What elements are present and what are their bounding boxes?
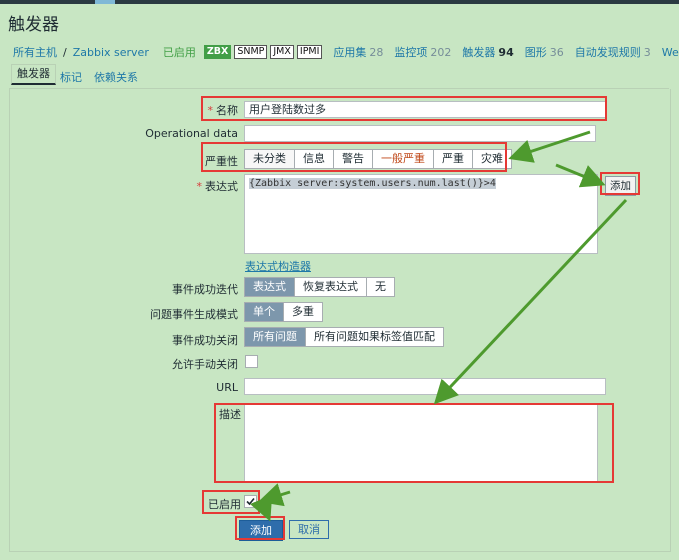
expression-constructor-link[interactable]: 表达式构造器 — [245, 258, 311, 274]
tab-tags[interactable]: 标记 — [60, 69, 82, 85]
enabled-checkbox[interactable] — [244, 495, 257, 508]
expression-add-button[interactable]: 添加 — [605, 176, 636, 196]
problem-mode-selector: 单个 多重 — [244, 302, 323, 322]
host-link[interactable]: Zabbix server — [73, 46, 149, 59]
ok-event-generation-label: 事件成功迭代 — [172, 283, 238, 296]
expression-label: * 表达式 — [196, 180, 239, 193]
operational-data-label: Operational data — [145, 127, 238, 140]
active-menu-indicator — [95, 0, 115, 4]
required-marker: * — [196, 180, 203, 193]
nav-items[interactable]: 监控项 202 — [394, 44, 451, 60]
checkmark-icon — [246, 497, 255, 506]
snmp-availability-badge: SNMP — [234, 45, 268, 59]
ok-event-none[interactable]: 无 — [366, 278, 394, 296]
severity-disaster[interactable]: 灾难 — [472, 150, 511, 168]
problem-mode-label: 问题事件生成模式 — [150, 308, 238, 321]
tab-dependencies[interactable]: 依赖关系 — [94, 69, 138, 85]
zbx-availability-badge: ZBX — [203, 45, 232, 59]
all-hosts-link[interactable]: 所有主机 — [13, 44, 57, 60]
ok-event-closes-selector: 所有问题 所有问题如果标签值匹配 — [244, 327, 444, 347]
nav-applications[interactable]: 应用集 28 — [333, 44, 383, 60]
host-navigation: 所有主机 / Zabbix server 已启用 ZBX SNMP JMX IPMI … — [13, 44, 679, 60]
problem-mode-single[interactable]: 单个 — [245, 303, 283, 321]
host-status[interactable]: 已启用 — [163, 44, 196, 60]
problem-mode-multiple[interactable]: 多重 — [283, 303, 322, 321]
ok-close-all-problems[interactable]: 所有问题 — [245, 328, 305, 346]
ok-event-generation-selector: 表达式 恢复表达式 无 — [244, 277, 395, 297]
ok-event-recovery-expression[interactable]: 恢复表达式 — [294, 278, 366, 296]
ok-event-closes-label: 事件成功关闭 — [172, 334, 238, 347]
ok-event-expression[interactable]: 表达式 — [245, 278, 294, 296]
ipmi-availability-badge: IPMI — [296, 45, 323, 59]
severity-average[interactable]: 一般严重 — [372, 150, 433, 168]
severity-information[interactable]: 信息 — [294, 150, 333, 168]
nav-graphs[interactable]: 图形 36 — [525, 44, 564, 60]
manual-close-label: 允许手动关闭 — [172, 358, 238, 371]
expression-textarea[interactable]: {Zabbix server:system.users.num.last()}>… — [244, 174, 598, 254]
nav-triggers[interactable]: 触发器 94 — [462, 44, 513, 60]
description-label: 描述 — [219, 408, 241, 421]
name-input[interactable]: 用户登陆数过多 — [244, 101, 606, 118]
manual-close-checkbox[interactable] — [245, 355, 258, 368]
description-textarea[interactable] — [244, 404, 598, 482]
cancel-button[interactable]: 取消 — [289, 520, 329, 539]
expression-text: {Zabbix server:system.users.num.last()}>… — [249, 178, 496, 189]
form-tabs: 触发器 标记 依赖关系 — [9, 64, 669, 89]
page-title: 触发器 — [8, 15, 59, 35]
operational-data-input[interactable] — [244, 125, 596, 142]
tab-trigger[interactable]: 触发器 — [11, 64, 56, 85]
jmx-availability-badge: JMX — [270, 45, 294, 59]
nav-discovery-rules[interactable]: 自动发现规则 3 — [575, 44, 651, 60]
severity-label: 严重性 — [205, 155, 238, 168]
submit-add-button[interactable]: 添加 — [239, 520, 283, 541]
severity-high[interactable]: 严重 — [433, 150, 472, 168]
url-label: URL — [216, 381, 238, 394]
required-marker: * — [207, 104, 214, 117]
severity-not-classified[interactable]: 未分类 — [245, 150, 294, 168]
breadcrumb-separator: / — [63, 45, 67, 59]
url-input[interactable] — [244, 378, 606, 395]
nav-web-scenarios[interactable]: Web 场景 — [662, 44, 679, 60]
ok-close-tag-match[interactable]: 所有问题如果标签值匹配 — [305, 328, 443, 346]
enabled-label: 已启用 — [208, 498, 241, 511]
name-label: * 名称 — [207, 104, 239, 117]
severity-selector: 未分类 信息 警告 一般严重 严重 灾难 — [244, 149, 512, 169]
severity-warning[interactable]: 警告 — [333, 150, 372, 168]
top-header-bar — [0, 0, 679, 4]
